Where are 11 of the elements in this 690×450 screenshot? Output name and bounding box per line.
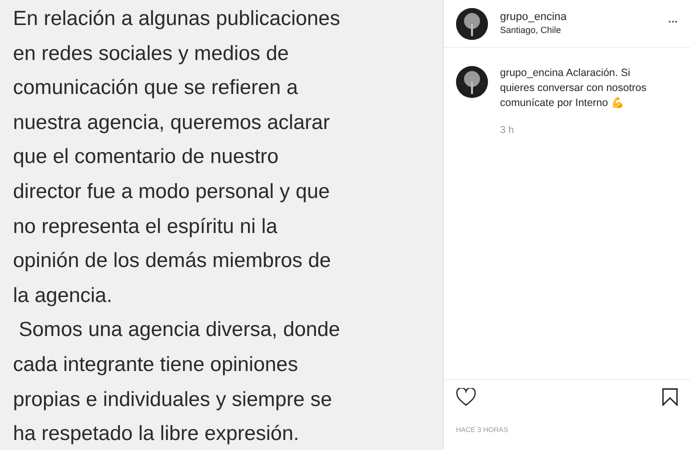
caption-username[interactable]: grupo_encina bbox=[500, 67, 564, 79]
avatar-icon[interactable] bbox=[456, 66, 488, 98]
avatar-icon[interactable] bbox=[456, 8, 488, 40]
location[interactable]: Santiago, Chile bbox=[500, 24, 657, 36]
username[interactable]: grupo_encina bbox=[500, 11, 657, 25]
post-text: En relación a algunas publicaciones en redes sociales y medios de comunicación que se refieren a nuestra agencia, queremos aclarar que el comentario de nuestro director fue a modo personal y que no representa el espíritu ni la opinión de los demás miembros de la agencia. bbox=[13, 6, 342, 309]
heart-icon[interactable] bbox=[456, 388, 476, 406]
post-text: Somos una agencia diversa, donde cada integrante tiene opiniones propias e individuales y siempre se ha respetado la libre expresión. bbox=[13, 317, 342, 448]
bookmark-icon[interactable] bbox=[662, 388, 678, 406]
caption-text: grupo_encina Aclaración. Si quieres conversar con nosotros comunícate por Interno 💪 bbox=[500, 66, 648, 111]
comment-time: 3 h bbox=[500, 124, 515, 138]
